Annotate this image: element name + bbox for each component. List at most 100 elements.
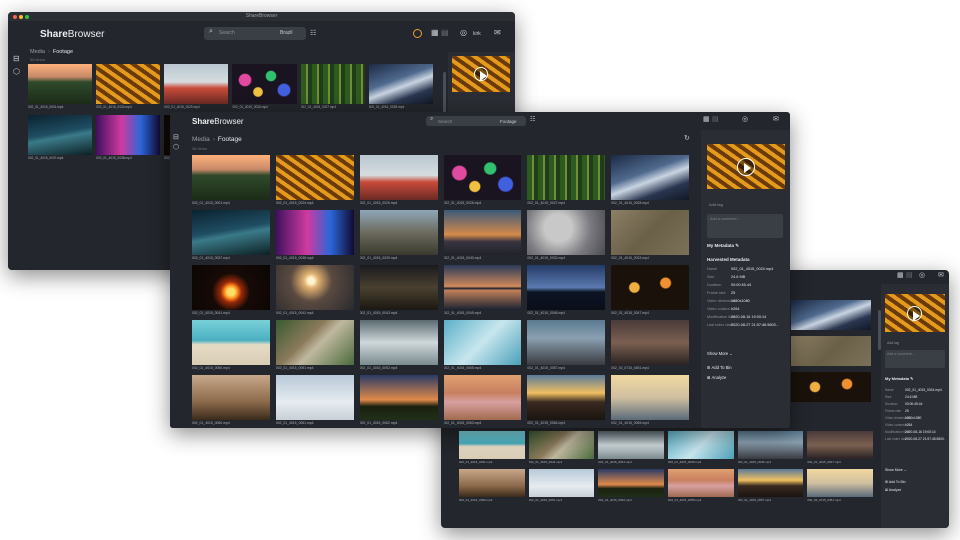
thumbnail-image[interactable] [275, 375, 354, 420]
thumbnail-image[interactable] [611, 265, 689, 310]
thumbnail-image[interactable] [192, 320, 270, 365]
thumbnail-tile[interactable]: 002_01_4015_0033.mp4 [611, 210, 689, 260]
thumbnail-tile[interactable]: 002_01_4015_0026.mp4 [232, 64, 297, 109]
breadcrumb-root[interactable]: Media [30, 49, 45, 55]
preview-image[interactable] [885, 294, 945, 332]
play-icon[interactable] [907, 306, 922, 321]
thumbnail-image[interactable] [527, 375, 606, 420]
thumbnail-tile[interactable]: 002_01_4015_0045.mp4 [443, 265, 522, 315]
thumbnail-tile[interactable]: 002_01_4015_0052.mp4 [359, 320, 438, 370]
thumbnail-image[interactable] [443, 320, 522, 365]
play-icon[interactable] [474, 67, 488, 82]
search-input[interactable]: Search [438, 119, 452, 124]
thumbnail-tile[interactable]: 002_01_4015_0025.mp4 [359, 155, 438, 205]
thumbnail-tile[interactable]: 002_01_4015_0055.mp4 [443, 320, 522, 370]
thumbnail-tile[interactable]: 002_01_4015_0024.mp4 [275, 155, 354, 205]
thumbnail-image[interactable] [300, 64, 365, 104]
thumbnail-image[interactable] [443, 375, 522, 420]
thumbnail-tile[interactable]: 002_01_4015_0062.mp4 [359, 375, 438, 425]
thumbnail-image[interactable] [611, 375, 689, 420]
thumbnail-image[interactable] [232, 64, 297, 104]
thumbnail-tile[interactable] [791, 300, 871, 330]
thumbnail-image[interactable] [164, 64, 229, 104]
thumbnail-image[interactable] [527, 320, 606, 365]
thumbnail-image[interactable] [598, 431, 664, 459]
user-name[interactable]: kirk [473, 31, 481, 37]
user-icon[interactable]: ◎ [742, 115, 748, 123]
edit-icon[interactable]: ✎ [910, 376, 913, 381]
thumbnail-image[interactable] [275, 265, 354, 310]
thumbnail-image[interactable] [528, 469, 595, 497]
thumbnail-image[interactable] [192, 375, 270, 420]
thumbnail-tile[interactable]: 002_01_4015_0052.mp4 [598, 469, 664, 502]
thumbnail-tile[interactable]: 002_01_4015_0027.mp4 [527, 155, 606, 205]
thumbnail-image[interactable] [359, 265, 438, 310]
show-more-button[interactable]: Show More ⌄ [885, 468, 907, 472]
thumbnail-image[interactable] [359, 375, 438, 420]
thumbnail-image[interactable] [807, 431, 873, 459]
thumbnail-tile[interactable]: 002_01_4015_0028.mp4 [611, 155, 689, 205]
list-view-icon[interactable]: ▤ [906, 271, 913, 279]
thumbnail-tile[interactable]: 002_01_4015_0039.mp4 [359, 210, 438, 260]
grid-view-icon[interactable]: ▦ [431, 28, 439, 37]
thumbnail-tile[interactable]: 002_01_4015_0050.mp4 [459, 469, 525, 502]
add-to-bin-button[interactable]: ⊞ Add To Bin [885, 480, 906, 484]
thumbnail-image[interactable] [443, 265, 522, 310]
analyze-button[interactable]: ⊠ Analyze [885, 488, 901, 492]
thumbnail-tile[interactable]: 002_01_4015_0043.mp4 [359, 265, 438, 315]
analyze-button[interactable]: ⊠ Analyze [707, 375, 726, 380]
thumbnail-tile[interactable]: 002_01_4015_0028.mp4 [368, 64, 433, 109]
thumbnail-tile[interactable]: 002_01_4015_0051.mp4 [275, 320, 354, 370]
thumbnail-image[interactable] [527, 265, 606, 310]
thumbnail-tile[interactable]: 002_01_4015_0042.mp4 [528, 431, 595, 464]
thumbnail-image[interactable] [275, 155, 354, 200]
thumbnail-image[interactable] [737, 469, 804, 497]
thumbnail-tile[interactable]: 002_01_4015_0043.mp4 [598, 431, 664, 464]
refresh-icon[interactable]: ↻ [684, 134, 690, 142]
thumbnail-image[interactable] [359, 155, 438, 200]
search-bar[interactable]: ⌕ Search Footage [426, 116, 526, 126]
thumbnail-image[interactable] [192, 265, 270, 310]
thumbnail-tile[interactable]: 002_01_4015_0037.mp4 [192, 210, 270, 260]
thumbnail-image[interactable] [28, 115, 93, 155]
thumbnail-image[interactable] [667, 431, 734, 459]
edit-icon[interactable]: ✎ [735, 243, 739, 248]
thumbnail-tile[interactable]: 002_02_0715_0451.mp4 [611, 320, 689, 370]
grid-view-icon[interactable]: ▦ [897, 271, 904, 279]
thumbnail-tile[interactable]: 002_01_4015_0065.mp4 [611, 375, 689, 425]
thumbnail-image[interactable] [611, 210, 689, 255]
thumbnail-image[interactable] [275, 210, 354, 255]
thumbnail-image[interactable] [807, 469, 873, 497]
comment-input[interactable]: Add a comment... [707, 214, 783, 238]
mail-icon[interactable]: ✉ [773, 115, 779, 123]
thumbnail-image[interactable] [275, 320, 354, 365]
thumbnail-image[interactable] [192, 210, 270, 255]
thumbnail-image[interactable] [96, 115, 161, 155]
thumbnail-tile[interactable]: 002_01_4015_0038.mp4 [275, 210, 354, 260]
thumbnail-tile[interactable]: 002_01_4015_0041.mp4 [459, 431, 525, 464]
thumbnail-tile[interactable]: 002_01_4015_0026.mp4 [443, 155, 522, 205]
drive-icon[interactable]: ⊟ [13, 54, 20, 63]
comment-input[interactable]: Add a comment... [885, 350, 945, 368]
thumbnail-tile[interactable]: 002_01_4015_0047.mp4 [807, 431, 873, 464]
thumbnail-tile[interactable]: 002_01_4015_0001.mp4 [192, 155, 270, 205]
user-icon[interactable]: ◎ [460, 28, 467, 37]
thumbnail-tile[interactable]: 002_02_0715_0451.mp4 [807, 469, 873, 502]
add-to-bin-button[interactable]: ⊞ Add To Bin [707, 365, 732, 370]
thumbnail-tile[interactable]: 002_01_4015_0025.mp4 [164, 64, 229, 109]
thumbnail-image[interactable] [791, 300, 871, 330]
play-icon[interactable] [737, 158, 755, 176]
thumbnail-image[interactable] [791, 336, 871, 366]
thumbnail-tile[interactable]: 002_01_4015_0045.mp4 [667, 431, 734, 464]
thumbnail-image[interactable] [443, 155, 522, 200]
thumbnail-tile[interactable]: 002_01_4015_0057.mp4 [527, 320, 606, 370]
thumbnail-tile[interactable]: 002_01_4015_0024.mp4 [96, 64, 161, 109]
search-bar[interactable]: ⌕ Search Brazil [204, 27, 306, 40]
app-logo[interactable]: ShareBrowser [40, 29, 104, 40]
thumbnail-tile[interactable]: 002_01_4015_0046.mp4 [527, 265, 606, 315]
thumbnail-tile[interactable]: 002_01_4015_0051.mp4 [528, 469, 595, 502]
thumbnail-tile[interactable]: 002_01_4015_0032.mp4 [527, 210, 606, 260]
user-icon[interactable]: ◎ [919, 271, 925, 279]
thumbnail-image[interactable] [192, 155, 270, 200]
grid-view-icon[interactable]: ▦ [703, 115, 710, 123]
